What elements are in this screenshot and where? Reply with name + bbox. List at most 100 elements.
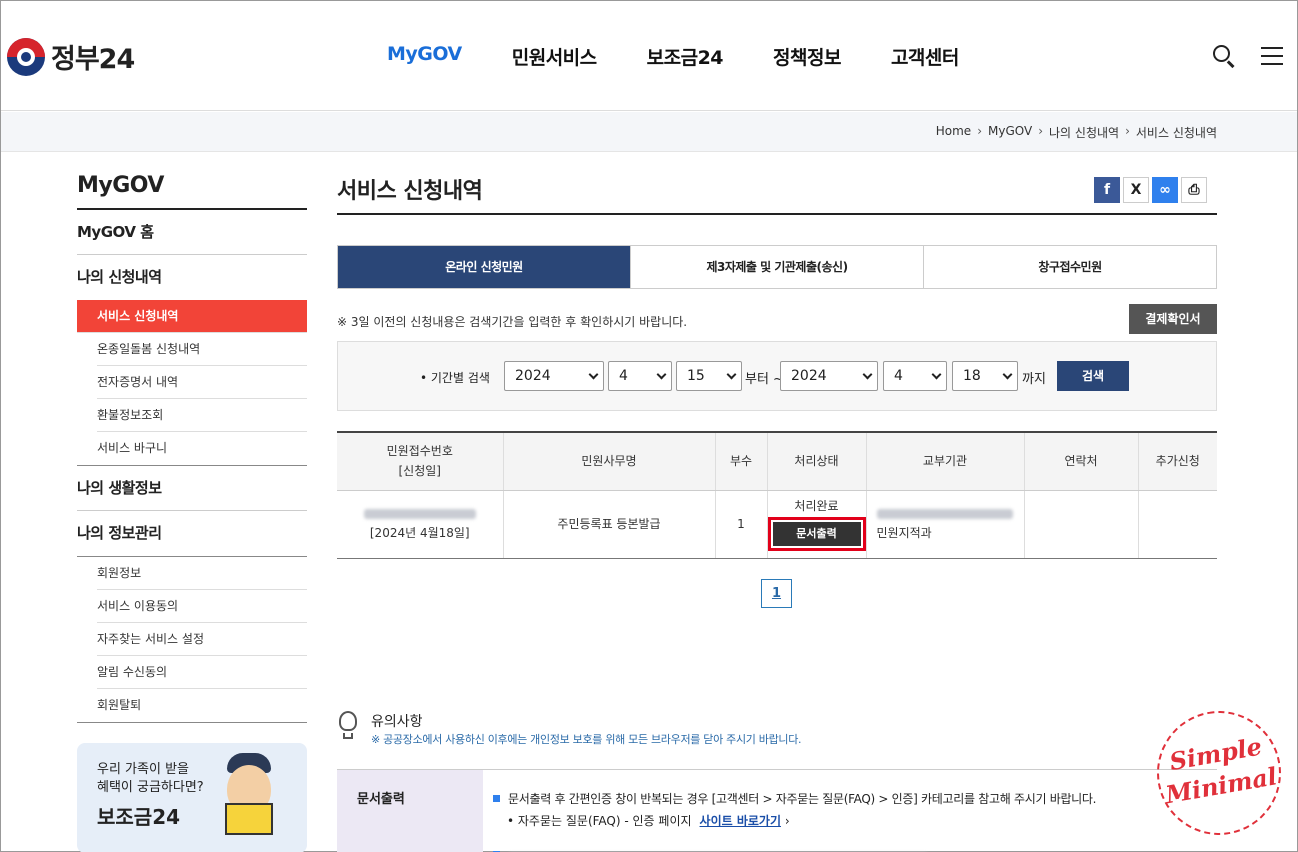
print-icon[interactable]: ⎙: [1181, 177, 1207, 203]
share-tools: f X ∞ ⎙: [1091, 177, 1207, 203]
cell-contact: [1024, 490, 1139, 559]
col-status: 처리상태: [767, 432, 867, 491]
to-month-value: 4: [894, 368, 903, 384]
facebook-icon[interactable]: f: [1094, 177, 1120, 203]
header: 정부24 MyGOV 민원서비스 보조금24 정책정보 고객센터: [1, 1, 1297, 111]
banner-line2: 혜택이 궁금하다면?: [97, 780, 204, 795]
page-1-link[interactable]: 1: [761, 579, 792, 608]
col-contact: 연락처: [1024, 432, 1139, 491]
print-document-button[interactable]: 문서출력: [772, 522, 861, 546]
breadcrumb-current: 서비스 신청내역: [1135, 126, 1217, 140]
page-title: 서비스 신청내역: [337, 173, 1217, 215]
site-shortcut-link[interactable]: 사이트 바로가기: [700, 814, 781, 828]
breadcrumb-mygov[interactable]: MyGOV: [988, 124, 1032, 141]
nav-policy-info[interactable]: 정책정보: [773, 43, 841, 70]
period-notice: ※ 3일 이전의 신청내용은 검색기간을 입력한 후 확인하시기 바랍니다.: [337, 315, 688, 329]
breadcrumb-separator-icon: ›: [977, 124, 982, 138]
breadcrumb-my-applications[interactable]: 나의 신청내역: [1049, 124, 1119, 141]
site-logo[interactable]: 정부24: [7, 37, 135, 76]
chevron-down-icon: [1002, 369, 1013, 380]
sidebar-item-e-certificate[interactable]: 전자증명서 내역: [97, 366, 307, 399]
sidebar: MyGOV MyGOV 홈 나의 신청내역 서비스 신청내역 온종일돌봄 신청내…: [77, 173, 307, 852]
from-day-select[interactable]: 15: [676, 361, 742, 391]
from-day-value: 15: [687, 368, 705, 384]
sidebar-item-notification-consent[interactable]: 알림 수신동의: [97, 656, 307, 689]
to-year-select[interactable]: 2024: [780, 361, 878, 391]
info-line2-text: • 자주묻는 질문(FAQ) - 인증 페이지: [507, 814, 692, 828]
from-month-value: 4: [619, 368, 628, 384]
page-title-text: 서비스 신청내역: [337, 179, 483, 204]
col-agency: 교부기관: [866, 432, 1025, 491]
tab-online-applications[interactable]: 온라인 신청민원: [338, 246, 631, 288]
payment-confirm-button[interactable]: 결제확인서: [1129, 304, 1217, 334]
subsidy-banner[interactable]: 우리 가족이 받을 혜택이 궁금하다면? 보조금24: [77, 743, 307, 852]
col-service-name: 민원사무명: [503, 432, 716, 491]
sidebar-item-service-basket[interactable]: 서비스 바구니: [97, 432, 307, 465]
application-tabs: 온라인 신청민원 제3자제출 및 기관제출(송신) 창구접수민원: [337, 245, 1217, 289]
period-search-label: • 기간별 검색: [420, 371, 490, 385]
sidebar-title: MyGOV: [77, 173, 307, 210]
banner-text: 우리 가족이 받을 혜택이 궁금하다면?: [97, 761, 204, 797]
hamburger-menu-icon[interactable]: [1259, 43, 1285, 69]
breadcrumb-separator-icon: ›: [1038, 124, 1044, 138]
breadcrumb-bar: Home › MyGOV › 나의 신청내역 › 서비스 신청내역: [1, 112, 1297, 152]
link-copy-icon[interactable]: ∞: [1152, 177, 1178, 203]
from-year-value: 2024: [515, 368, 551, 384]
banner-title: 보조금24: [97, 805, 181, 829]
nav-subsidy24[interactable]: 보조금24: [647, 43, 724, 70]
cell-agency: 민원지적과: [866, 490, 1025, 559]
sidebar-my-applications[interactable]: 나의 신청내역: [77, 255, 307, 300]
caution-desc: ※ 공공장소에서 사용하신 이후에는 개인정보 보호를 위해 모든 브라우저를 …: [371, 733, 802, 746]
sidebar-item-member-info[interactable]: 회원정보: [97, 557, 307, 590]
sidebar-item-service-consent[interactable]: 서비스 이용동의: [97, 590, 307, 623]
col-receipt-number: 민원접수번호 [신청일]: [337, 432, 504, 491]
sidebar-mygov-home[interactable]: MyGOV 홈: [77, 210, 307, 255]
banner-line1: 우리 가족이 받을: [97, 762, 189, 777]
x-twitter-icon[interactable]: X: [1123, 177, 1149, 203]
info-line3-cropped: [493, 848, 953, 852]
col-receipt-number-label: 민원접수번호: [386, 444, 453, 459]
sidebar-item-service-applications[interactable]: 서비스 신청내역: [77, 300, 307, 333]
search-icon[interactable]: [1211, 43, 1237, 69]
gift-box-icon: [225, 803, 273, 835]
from-month-select[interactable]: 4: [608, 361, 672, 391]
info-line1: 문서출력 후 간편인증 창이 반복되는 경우 [고객센터 > 자주묻는 질문(F…: [493, 790, 1096, 807]
status-text: 처리완료: [794, 499, 839, 513]
agency-department: 민원지적과: [876, 526, 932, 540]
sidebar-group3-list: 회원정보 서비스 이용동의 자주찾는 서비스 설정 알림 수신동의 회원탈퇴: [77, 556, 307, 723]
breadcrumb-separator-icon: ›: [1125, 124, 1130, 138]
sidebar-item-withdraw[interactable]: 회원탈퇴: [97, 689, 307, 722]
info-head: 문서출력: [337, 770, 483, 852]
chevron-right-icon: ›: [781, 814, 790, 828]
document-print-info: 문서출력 문서출력 후 간편인증 창이 반복되는 경우 [고객센터 > 자주묻는…: [337, 769, 1217, 852]
from-word: 부터 ~: [745, 372, 784, 387]
cell-count: 1: [715, 490, 768, 559]
sidebar-item-allday-care[interactable]: 온종일돌봄 신청내역: [97, 333, 307, 366]
tab-counter-applications[interactable]: 창구접수민원: [924, 246, 1216, 288]
nav-customer-center[interactable]: 고객센터: [891, 43, 959, 70]
info-line1-text: 문서출력 후 간편인증 창이 반복되는 경우 [고객센터 > 자주묻는 질문(F…: [508, 792, 1097, 806]
to-year-value: 2024: [791, 368, 827, 384]
sidebar-group1-list: 서비스 신청내역 온종일돌봄 신청내역 전자증명서 내역 환불정보조회 서비스 …: [77, 300, 307, 466]
to-day-select[interactable]: 18: [952, 361, 1018, 391]
sidebar-my-info-manage[interactable]: 나의 정보관리: [77, 511, 307, 556]
nav-civil-service[interactable]: 민원서비스: [512, 43, 597, 70]
col-count: 부수: [715, 432, 768, 491]
main-nav: MyGOV 민원서비스 보조금24 정책정보 고객센터: [387, 43, 1009, 70]
sidebar-item-favorite-services[interactable]: 자주찾는 서비스 설정: [97, 623, 307, 656]
chevron-down-icon: [656, 369, 667, 380]
chevron-down-icon: [588, 369, 599, 380]
blurred-receipt-number: [363, 509, 476, 519]
breadcrumb-home[interactable]: Home: [936, 124, 971, 141]
to-month-select[interactable]: 4: [883, 361, 947, 391]
chevron-down-icon: [862, 369, 873, 380]
to-day-value: 18: [963, 368, 981, 384]
nav-mygov[interactable]: MyGOV: [387, 43, 462, 70]
sidebar-item-refund-info[interactable]: 환불정보조회: [97, 399, 307, 432]
search-button[interactable]: 검색: [1057, 361, 1129, 391]
period-search-box: • 기간별 검색 2024 4 15 부터 ~ 2024 4 18 까지 검색: [337, 341, 1217, 411]
sidebar-my-life-info[interactable]: 나의 생활정보: [77, 466, 307, 511]
tab-third-party-submission[interactable]: 제3자제출 및 기관제출(송신): [631, 246, 924, 288]
breadcrumb: Home › MyGOV › 나의 신청내역 › 서비스 신청내역: [930, 124, 1217, 141]
from-year-select[interactable]: 2024: [504, 361, 604, 391]
